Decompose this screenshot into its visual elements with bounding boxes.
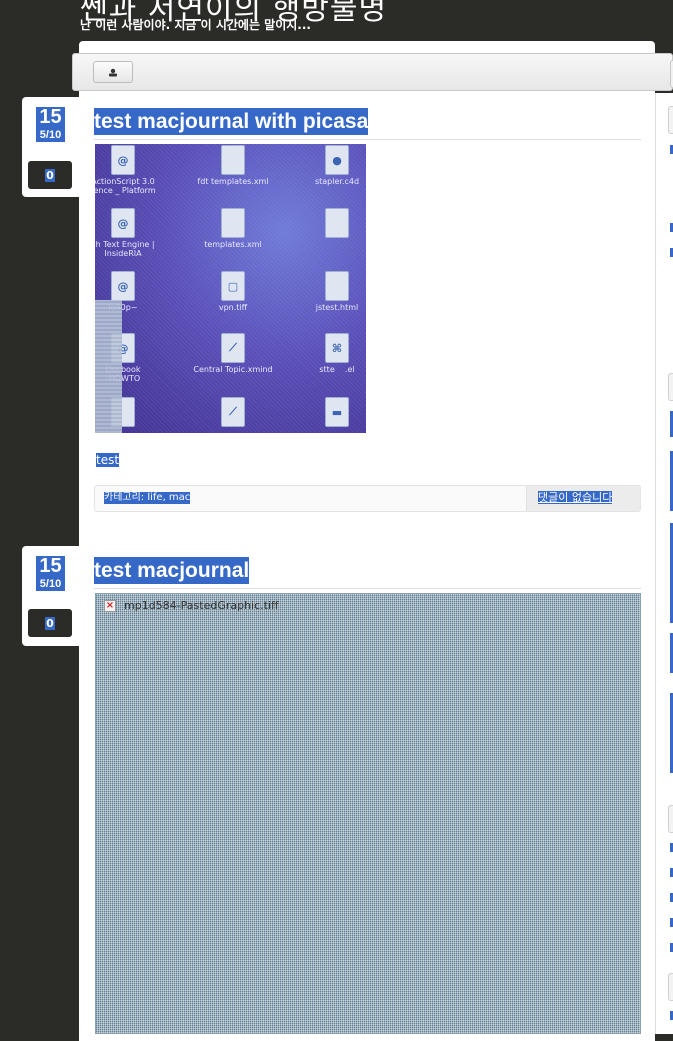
- desktop-file-icon: ▢ vpn.tiff: [191, 272, 275, 312]
- file-icon: ●: [326, 146, 348, 174]
- file-icon: @: [112, 209, 134, 237]
- file-icon: ⟋: [222, 334, 244, 362]
- file-label: sh Text Engine | InsideRIA: [95, 240, 155, 258]
- desktop-file-icon: ⟋: [191, 398, 275, 429]
- desktop-file-icon: ● stapler.c4d: [295, 146, 366, 186]
- file-label: Central Topic.xmind: [193, 365, 273, 374]
- file-icon: @: [112, 272, 134, 300]
- desktop-file-icon: templates.xml: [191, 209, 275, 249]
- file-icon: ⌘: [326, 334, 348, 362]
- file-label: stte .el: [319, 365, 355, 374]
- sidebar-widget-box: [668, 373, 673, 401]
- post-date-badge: 15 5/10 0: [22, 97, 79, 197]
- file-icon: [326, 209, 348, 237]
- desktop-file-icon: jstest.html: [295, 272, 366, 312]
- post-category[interactable]: 카테고리: life, mac: [104, 492, 191, 504]
- comment-count-badge[interactable]: 0: [28, 609, 72, 637]
- comment-count: 0: [45, 616, 55, 630]
- comments-link[interactable]: 댓글이 없습니다: [538, 491, 613, 504]
- image-overlay-strip: [95, 300, 122, 433]
- file-label: fdt templates.xml: [197, 177, 269, 186]
- profile-button[interactable]: [93, 61, 133, 83]
- sidebar-widget-box: [668, 973, 673, 1001]
- sidebar: [655, 93, 673, 1034]
- site-tagline: 난 이런 사람이야. 지금 이 시간에는 말이지...: [80, 18, 311, 32]
- file-icon: ▢: [222, 272, 244, 300]
- file-icon: @: [112, 146, 134, 174]
- post-month-day: 5/10: [36, 577, 65, 591]
- comment-count-badge[interactable]: 0: [28, 161, 72, 189]
- desktop-file-icon: @ sh Text Engine | InsideRIA: [95, 209, 165, 258]
- post-body: test: [96, 453, 120, 467]
- broken-image-icon: ×: [104, 600, 116, 612]
- sidebar-widget-box: [668, 805, 673, 833]
- file-label: vpn.tiff: [218, 303, 248, 312]
- post-image-broken[interactable]: × mp1d584-PastedGraphic.tiff: [95, 593, 641, 1034]
- file-icon: [222, 146, 244, 174]
- desktop-file-icon: ⌘ stte .el: [295, 334, 366, 374]
- post-month-day: 5/10: [36, 128, 65, 142]
- file-icon: [326, 272, 348, 300]
- post-title[interactable]: test macjournal: [94, 557, 250, 584]
- comment-link-area: 댓글이 없습니다: [526, 486, 640, 511]
- file-icon: [222, 209, 244, 237]
- person-icon: [109, 68, 117, 76]
- image-alt-text: mp1d584-PastedGraphic.tiff: [124, 599, 279, 612]
- sidebar-widget-box: [668, 106, 673, 134]
- post-date-badge: 15 5/10 0: [22, 546, 79, 646]
- file-label: templates.xml: [204, 240, 262, 249]
- post-day: 15: [36, 107, 65, 128]
- file-label: stapler.c4d: [314, 177, 360, 186]
- file-icon: ▬: [326, 398, 348, 426]
- file-icon: ⟋: [222, 398, 244, 426]
- post-image-desktop-screenshot[interactable]: @ ActionScript 3.0 rence _ Platform fdt te…: [95, 144, 366, 433]
- title-divider: [94, 588, 641, 589]
- post-meta-bar: 카테고리: life, mac 댓글이 없습니다: [94, 485, 641, 512]
- desktop-file-icon: ⟋ Central Topic.xmind: [191, 334, 275, 374]
- post-title[interactable]: test macjournal with picasa: [94, 108, 369, 135]
- desktop-file-icon: @ ActionScript 3.0 rence _ Platform: [95, 146, 165, 195]
- desktop-file-icon: ▬: [295, 398, 366, 429]
- comment-count: 0: [45, 168, 55, 182]
- desktop-file-icon: fdt templates.xml: [191, 146, 275, 186]
- title-divider: [94, 139, 641, 140]
- file-label: jstest.html: [315, 303, 359, 312]
- desktop-file-icon: [295, 209, 366, 240]
- file-label: ActionScript 3.0 rence _ Platform: [95, 177, 156, 195]
- toolbar: [72, 53, 673, 91]
- post-day: 15: [36, 556, 65, 577]
